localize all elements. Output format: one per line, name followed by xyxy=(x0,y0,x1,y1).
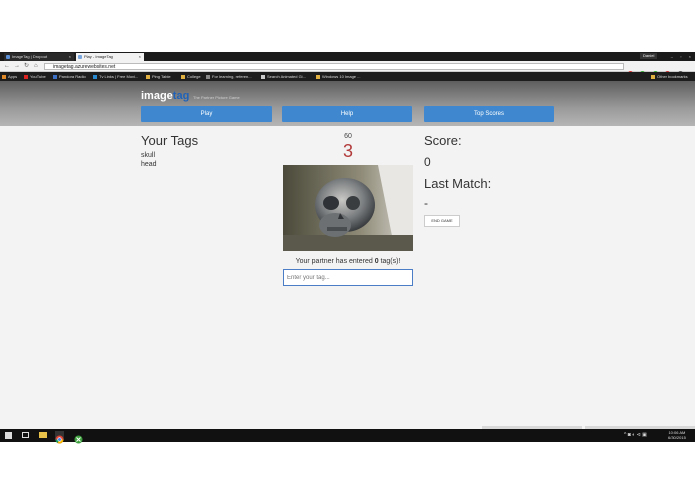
bookmark-pandora[interactable]: Pandora Radio xyxy=(53,73,86,80)
bookmark-tvlinks[interactable]: Tv Links | Free Movi... xyxy=(93,73,138,80)
last-match-value: - xyxy=(424,196,428,210)
url-input[interactable]: imagetag.azurewebsites.net xyxy=(44,63,624,70)
tag-count: 3 xyxy=(342,141,353,161)
task-view-icon[interactable] xyxy=(22,432,29,438)
bookmark-apps[interactable]: Apps xyxy=(2,73,17,80)
profile-badge[interactable]: Daniel xyxy=(640,53,658,59)
close-icon[interactable]: × xyxy=(139,53,141,61)
tab-favicon-icon xyxy=(6,55,10,59)
xbox-icon xyxy=(74,435,83,444)
chrome-icon xyxy=(55,435,64,444)
bookmark-learning[interactable]: For learning, referen... xyxy=(206,73,252,80)
bookmark-youtube[interactable]: YouTube xyxy=(24,73,46,80)
xbox-taskbar-item[interactable] xyxy=(74,431,83,444)
tab-favicon-icon xyxy=(78,55,82,59)
minimize-button[interactable]: – xyxy=(671,54,673,59)
partner-status: Your partner has entered 0 tag(s)! xyxy=(295,258,401,265)
back-icon[interactable]: ← xyxy=(4,63,10,70)
tab-dropout[interactable]: ImageTag | Dropout × xyxy=(4,53,74,61)
your-tags-title: Your Tags xyxy=(141,133,199,148)
bookmark-college[interactable]: College xyxy=(181,73,201,80)
windows-start-icon[interactable] xyxy=(5,432,12,439)
bookmarks-bar: Apps YouTube Pandora Radio Tv Links | Fr… xyxy=(0,72,695,81)
address-bar: ← → ↻ ⌂ imagetag.azurewebsites.net xyxy=(0,61,695,76)
bookmark-animated[interactable]: Search Animated Gi... xyxy=(261,73,306,80)
help-button[interactable]: Help xyxy=(282,106,412,122)
maximize-button[interactable]: ▫ xyxy=(680,54,681,59)
chrome-taskbar-item[interactable] xyxy=(55,431,64,444)
tab-label: ImageTag | Dropout xyxy=(12,54,48,59)
bookmark-windows10[interactable]: Windows 10 Image ... xyxy=(316,73,360,80)
extension-icons xyxy=(628,63,686,76)
system-tray[interactable]: ^ ◙ ◐ ⊲ ▣ xyxy=(624,432,647,438)
score-label: Score: xyxy=(424,133,462,148)
game-image xyxy=(283,165,413,251)
tag-input[interactable] xyxy=(283,269,413,286)
play-button[interactable]: Play xyxy=(141,106,272,122)
partner-count: 0 xyxy=(374,258,379,265)
screen: ImageTag | Dropout × Play - ImageTag × D… xyxy=(0,0,695,494)
tab-play[interactable]: Play - ImageTag × xyxy=(76,53,144,61)
bookmark-ping-table[interactable]: Ping Table xyxy=(146,73,171,80)
window-controls: – ▫ × xyxy=(665,52,691,61)
file-explorer-icon[interactable] xyxy=(39,432,47,438)
forward-icon[interactable]: → xyxy=(14,63,20,70)
clock[interactable]: 10:06 AM 6/30/2015 xyxy=(668,430,686,440)
site-logo[interactable]: imagetag xyxy=(141,90,189,102)
taskbar xyxy=(0,429,695,444)
close-icon[interactable]: × xyxy=(69,53,71,61)
browser-tab-bar: ImageTag | Dropout × Play - ImageTag × xyxy=(0,52,695,61)
top-scores-button[interactable]: Top Scores xyxy=(424,106,554,122)
home-icon[interactable]: ⌂ xyxy=(34,63,38,70)
last-match-label: Last Match: xyxy=(424,176,492,191)
score-value: 0 xyxy=(424,155,431,169)
tag-item: skull xyxy=(141,152,156,159)
site-tagline: The Partner Picture Game xyxy=(193,95,240,100)
reload-icon[interactable]: ↻ xyxy=(24,63,29,70)
bookmark-other[interactable]: Other bookmarks xyxy=(651,73,688,80)
tag-item: head xyxy=(141,161,157,168)
end-game-button[interactable]: END GAME xyxy=(424,215,460,227)
window-close-button[interactable]: × xyxy=(689,54,691,59)
timer: 60 xyxy=(344,133,352,140)
tab-label: Play - ImageTag xyxy=(84,54,113,59)
